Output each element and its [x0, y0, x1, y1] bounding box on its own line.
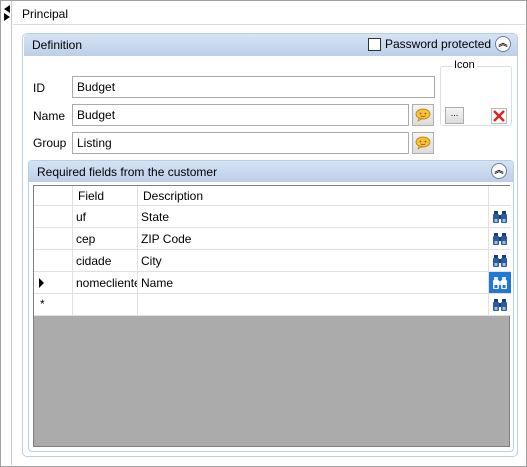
group-label: Group	[33, 136, 67, 150]
double-chevron-up-icon: ︽	[498, 38, 508, 48]
binoculars-icon	[493, 210, 507, 223]
speech-bubble-emoji-icon	[415, 108, 431, 122]
required-fields-header: Required fields from the customer ︽	[29, 161, 513, 182]
icon-group-label: Icon	[452, 59, 477, 71]
table-row-current[interactable]: nomecliente Name	[34, 272, 511, 294]
field-cell[interactable]: cep	[73, 228, 138, 250]
name-translate-button[interactable]	[412, 104, 434, 126]
lookup-button[interactable]	[489, 294, 511, 316]
table-row[interactable]: cidade City	[34, 250, 511, 272]
binoculars-icon	[493, 298, 507, 311]
description-cell[interactable]: City	[138, 250, 489, 272]
lookup-button[interactable]	[489, 250, 511, 272]
tab-principal[interactable]: Principal	[22, 7, 68, 21]
description-cell[interactable]: ZIP Code	[138, 228, 489, 250]
id-label: ID	[33, 81, 45, 95]
table-new-row[interactable]: *	[34, 294, 511, 316]
lookup-button[interactable]	[489, 206, 511, 228]
column-header-description[interactable]: Description	[138, 186, 489, 206]
field-cell[interactable]	[73, 294, 138, 316]
group-translate-button[interactable]	[412, 132, 434, 154]
red-x-icon[interactable]	[491, 108, 507, 124]
binoculars-icon	[493, 276, 507, 289]
description-cell[interactable]: Name	[138, 272, 489, 294]
row-header[interactable]	[34, 206, 73, 228]
field-cell[interactable]: cidade	[73, 250, 138, 272]
description-cell[interactable]: State	[138, 206, 489, 228]
required-fields-title: Required fields from the customer	[37, 165, 218, 179]
table-row[interactable]: uf State	[34, 206, 511, 228]
definition-title: Definition	[32, 38, 83, 52]
row-header[interactable]: *	[34, 294, 73, 316]
row-header[interactable]	[34, 228, 73, 250]
lookup-button[interactable]	[489, 228, 511, 250]
double-chevron-up-icon: ︽	[494, 165, 504, 175]
expand-right-arrow-icon[interactable]	[4, 13, 10, 21]
binoculars-icon	[493, 232, 507, 245]
required-fields-grid: Field Description uf State cep ZIP Code	[33, 185, 511, 447]
definition-collapse-button[interactable]: ︽	[495, 36, 511, 52]
name-label: Name	[33, 109, 66, 123]
new-row-marker: *	[40, 297, 45, 311]
lookup-button[interactable]	[489, 272, 511, 294]
side-panel-toggle[interactable]	[1, 1, 12, 465]
binoculars-icon	[493, 254, 507, 267]
password-protected-toggle[interactable]: Password protected	[368, 37, 491, 51]
speech-bubble-emoji-icon	[415, 136, 431, 150]
row-header-corner	[34, 186, 73, 206]
current-row-arrow-icon	[39, 278, 44, 288]
field-cell[interactable]: uf	[73, 206, 138, 228]
name-field[interactable]: Budget	[72, 104, 409, 126]
definition-header: Definition Password protected ︽	[24, 34, 517, 56]
grid-header-row: Field Description	[34, 186, 511, 208]
column-header-field[interactable]: Field	[73, 186, 138, 206]
field-cell[interactable]: nomecliente	[73, 272, 138, 294]
description-cell[interactable]	[138, 294, 489, 316]
password-protected-label: Password protected	[385, 37, 492, 51]
tab-divider	[13, 24, 525, 25]
required-fields-collapse-button[interactable]: ︽	[491, 163, 507, 179]
table-row[interactable]: cep ZIP Code	[34, 228, 511, 250]
row-header[interactable]	[34, 272, 73, 294]
password-protected-checkbox[interactable]	[368, 37, 381, 51]
group-field[interactable]: Listing	[72, 132, 409, 154]
row-header[interactable]	[34, 250, 73, 272]
collapse-left-arrow-icon[interactable]	[4, 5, 10, 13]
id-field[interactable]: Budget	[72, 76, 435, 98]
browse-icon-button[interactable]: ...	[445, 107, 464, 124]
column-header-lookup	[489, 186, 511, 206]
